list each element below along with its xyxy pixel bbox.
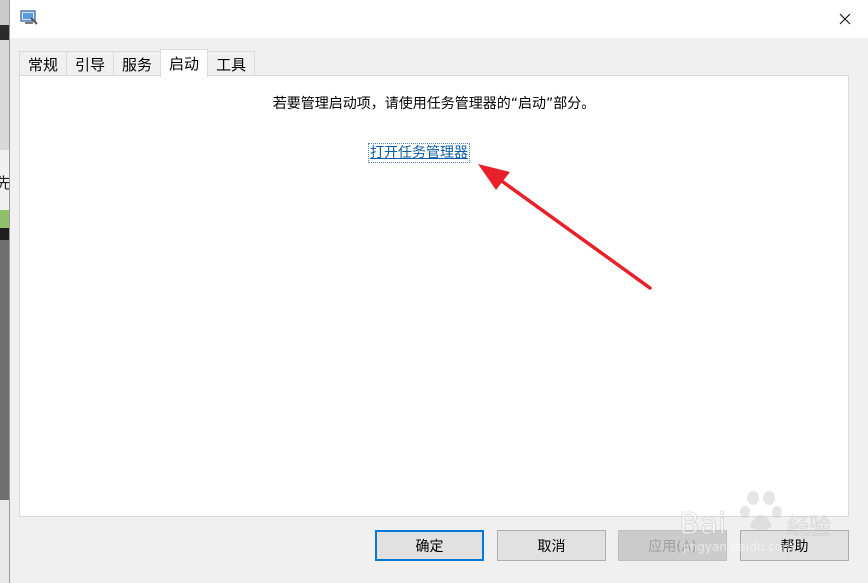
tab-label: 工具 — [216, 55, 247, 74]
tab-services[interactable]: 服务 — [113, 51, 162, 76]
title-bar — [10, 0, 868, 38]
tab-tools[interactable]: 工具 — [207, 51, 256, 76]
ok-button-label: 确定 — [415, 538, 444, 555]
tab-label: 常规 — [28, 55, 59, 74]
startup-info-text: 若要管理启动项，请使用任务管理器的“启动”部分。 — [272, 96, 596, 112]
ok-button[interactable]: 确定 — [375, 530, 484, 561]
tab-startup[interactable]: 启动 — [160, 49, 209, 77]
msconfig-icon — [20, 10, 38, 26]
tab-label: 引导 — [75, 55, 106, 74]
tab-strip: 常规 引导 服务 启动 工具 — [19, 49, 256, 77]
startup-tab-panel: 若要管理启动项，请使用任务管理器的“启动”部分。 打开任务管理器 — [19, 75, 849, 517]
close-button[interactable] — [822, 0, 868, 38]
help-button-label: 帮助 — [780, 538, 809, 555]
apply-button[interactable]: 应用(A) — [618, 530, 727, 561]
tab-boot[interactable]: 引导 — [66, 51, 115, 76]
help-button[interactable]: 帮助 — [740, 530, 849, 561]
tab-general[interactable]: 常规 — [19, 51, 68, 76]
cancel-button[interactable]: 取消 — [497, 530, 606, 561]
system-configuration-dialog: 常规 引导 服务 启动 工具 若要管理启动项，请使用任务管理器的“启动”部分。 … — [9, 0, 868, 583]
close-icon — [839, 10, 851, 29]
apply-button-label: 应用(A) — [648, 538, 697, 555]
tab-label: 启动 — [169, 55, 200, 73]
tab-label: 服务 — [122, 55, 153, 74]
cancel-button-label: 取消 — [537, 538, 566, 555]
open-task-manager-link[interactable]: 打开任务管理器 — [368, 143, 470, 163]
